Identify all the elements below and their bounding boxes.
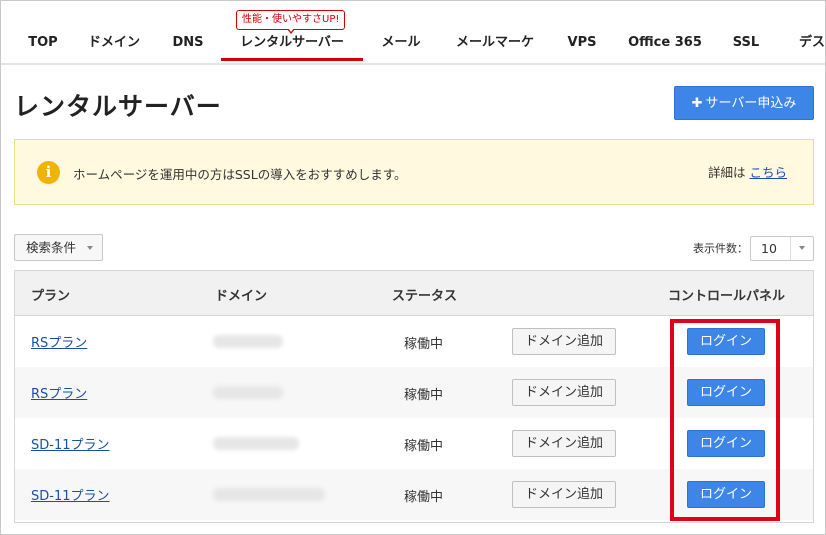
status-text: 稼働中 [404,337,444,352]
page-title: レンタルサーバー [14,92,222,121]
add-domain-button[interactable]: ドメイン追加 [512,430,616,457]
nav-ssl[interactable]: SSL [731,31,761,63]
nav-rental-server-label: レンタルサーバー [240,35,344,50]
nav-office365[interactable]: Office 365 [628,31,702,63]
ssl-notice: i ホームページを運用中の方はSSLの導入をおすすめします。 詳細は こちら [14,139,814,205]
notice-text: ホームページを運用中の方はSSLの導入をおすすめします。 [73,167,407,182]
nav-rental-server[interactable]: レンタルサーバー [221,31,363,61]
nav-domain[interactable]: ドメイン [88,31,140,63]
nav-mail-marketing[interactable]: メールマーケ [455,31,535,63]
chevron-down-icon [799,246,805,250]
nav-top[interactable]: TOP [28,31,58,63]
apply-server-label: サーバー申込み [705,96,797,111]
chevron-down-icon [87,246,93,250]
col-domain: ドメイン [215,289,268,304]
status-text: 稼働中 [404,490,444,505]
apply-server-button[interactable]: ✚ サーバー申込み [674,86,814,120]
display-count-value: 10 [761,241,777,256]
nav-dns[interactable]: DNS [170,31,206,63]
nav-desktop[interactable]: デス [799,31,825,63]
plan-link[interactable]: RSプラン [31,332,87,351]
plan-link[interactable]: RSプラン [31,383,87,402]
domain-redacted [213,335,283,348]
add-domain-button[interactable]: ドメイン追加 [512,379,616,406]
app-frame: 性能・使いやすさUP! TOP ドメイン DNS レンタルサーバー メール メー… [0,0,826,535]
display-count-label: 表示件数： [693,242,748,255]
promo-badge: 性能・使いやすさUP! [236,10,346,34]
domain-redacted [213,386,283,399]
search-conditions-label: 検索条件 [26,240,77,255]
nav-vps[interactable]: VPS [566,31,598,63]
col-control-panel: コントロールパネル [668,289,786,304]
col-status: ステータス [392,289,458,304]
add-domain-button[interactable]: ドメイン追加 [512,328,616,355]
status-text: 稼働中 [404,439,444,454]
domain-redacted [213,488,325,501]
select-divider [790,237,791,260]
domain-redacted [213,437,299,450]
plan-link[interactable]: SD-11プラン [31,485,110,504]
status-text: 稼働中 [404,388,444,403]
global-nav: 性能・使いやすさUP! TOP ドメイン DNS レンタルサーバー メール メー… [1,1,825,65]
table-header: プラン ドメイン ステータス コントロールパネル [15,271,813,316]
notice-detail: 詳細は こちら [708,162,787,181]
nav-mail[interactable]: メール [379,31,423,63]
add-domain-button[interactable]: ドメイン追加 [512,481,616,508]
display-count-select[interactable]: 10 [750,236,814,261]
notice-detail-link[interactable]: こちら [749,165,787,180]
col-plan: プラン [31,289,71,304]
info-icon: i [37,161,60,184]
login-column-highlight [670,319,780,521]
plan-link[interactable]: SD-11プラン [31,434,110,453]
search-conditions-dropdown[interactable]: 検索条件 [14,234,103,261]
plus-icon: ✚ [691,96,703,111]
notice-detail-prefix: 詳細は [707,165,746,180]
